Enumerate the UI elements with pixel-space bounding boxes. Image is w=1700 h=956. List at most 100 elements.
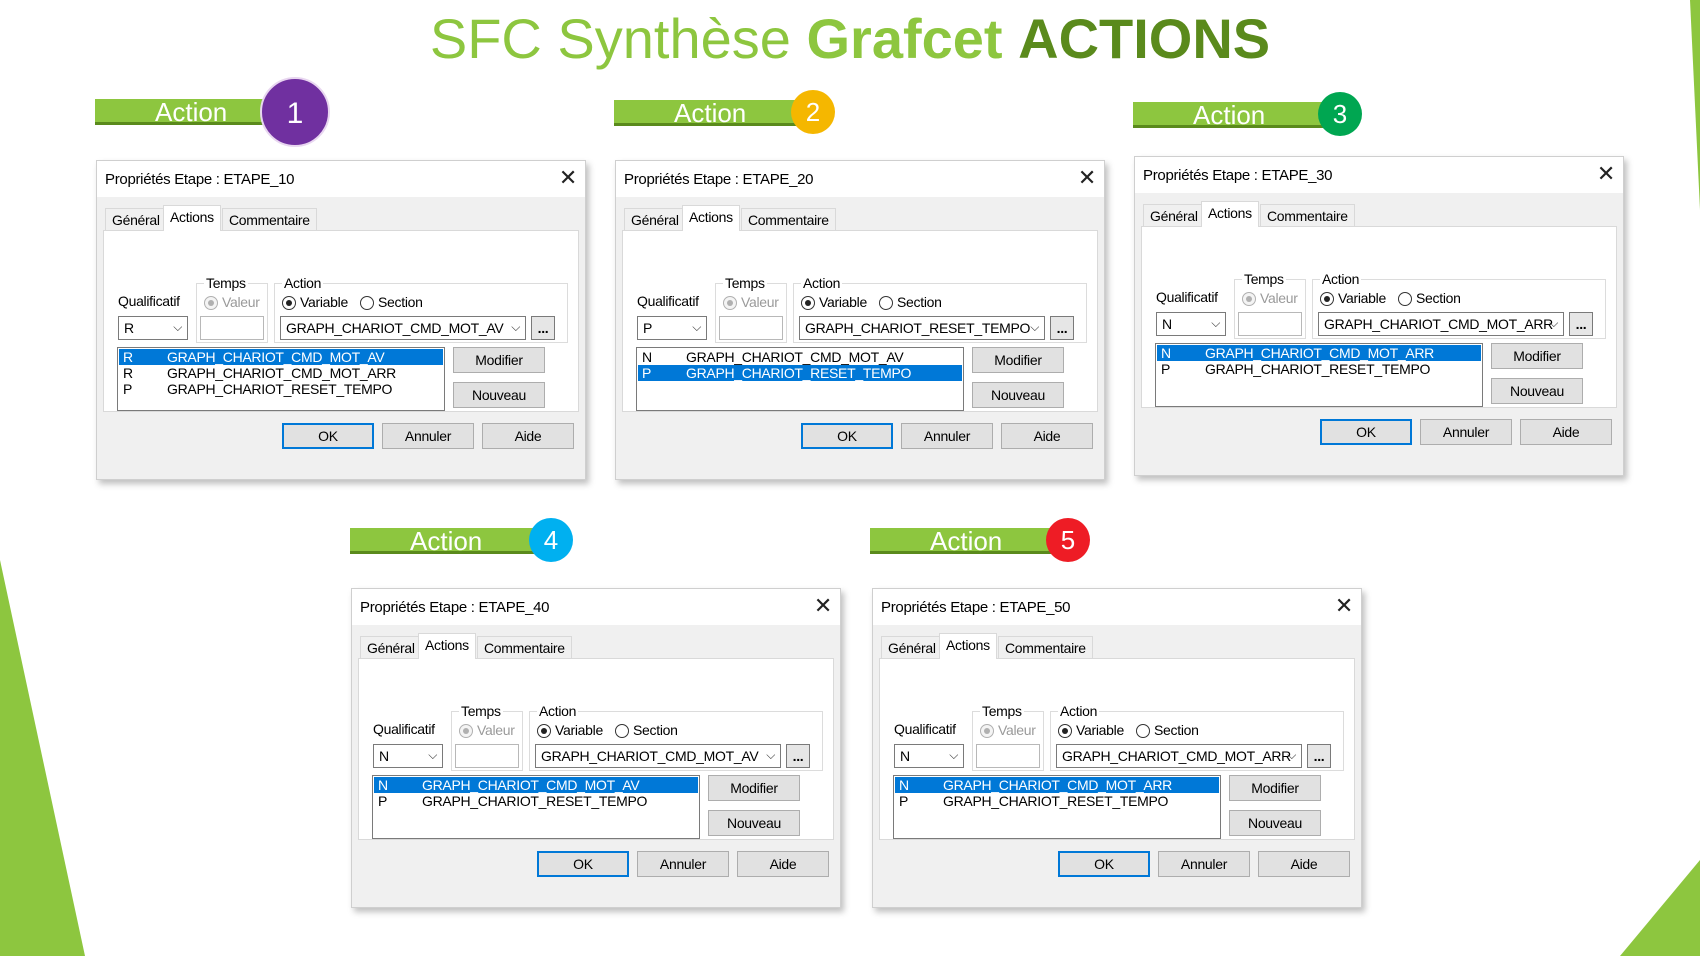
action-variable-select[interactable]: GRAPH_CHARIOT_CMD_MOT_ARR ⌵ — [1056, 744, 1302, 768]
action-variable-select[interactable]: GRAPH_CHARIOT_CMD_MOT_ARR ⌵ — [1318, 312, 1564, 336]
ok-button[interactable]: OK — [1320, 419, 1412, 445]
actions-list[interactable]: N GRAPH_CHARIOT_CMD_MOT_ARR P GRAPH_CHARIOT… — [1155, 343, 1483, 407]
tab-commentaire[interactable]: Commentaire — [477, 636, 572, 658]
modifier-button[interactable]: Modifier — [453, 347, 545, 373]
close-icon[interactable]: ✕ — [1335, 593, 1353, 619]
list-item[interactable]: P GRAPH_CHARIOT_RESET_TEMPO — [1157, 361, 1481, 377]
list-item[interactable]: N GRAPH_CHARIOT_CMD_MOT_ARR — [895, 777, 1219, 793]
ok-button[interactable]: OK — [537, 851, 629, 877]
nouveau-button[interactable]: Nouveau — [453, 382, 545, 408]
step-number-badge: 2 — [791, 90, 835, 134]
step-number-badge: 3 — [1318, 92, 1362, 136]
aide-button[interactable]: Aide — [737, 851, 829, 877]
qualificatif-select[interactable]: N ⌵ — [373, 744, 443, 768]
list-item[interactable]: N GRAPH_CHARIOT_CMD_MOT_ARR — [1157, 345, 1481, 361]
nouveau-button[interactable]: Nouveau — [1229, 810, 1321, 836]
close-icon[interactable]: ✕ — [1597, 161, 1615, 187]
modifier-button[interactable]: Modifier — [708, 775, 800, 801]
aide-button[interactable]: Aide — [1001, 423, 1093, 449]
tab-general[interactable]: Général — [105, 208, 167, 230]
annuler-button[interactable]: Annuler — [901, 423, 993, 449]
action-variable-select[interactable]: GRAPH_CHARIOT_CMD_MOT_AV ⌵ — [535, 744, 781, 768]
tab-actions[interactable]: Actions — [1201, 201, 1259, 227]
variable-radio[interactable] — [1320, 292, 1334, 306]
tab-commentaire[interactable]: Commentaire — [998, 636, 1093, 658]
browse-button[interactable]: ... — [1050, 316, 1074, 340]
modifier-button[interactable]: Modifier — [972, 347, 1064, 373]
variable-radio[interactable] — [801, 296, 815, 310]
list-item[interactable]: P GRAPH_CHARIOT_RESET_TEMPO — [374, 793, 698, 809]
section-radio[interactable] — [879, 296, 893, 310]
qualificatif-select[interactable]: N ⌵ — [1156, 312, 1226, 336]
section-radio[interactable] — [1136, 724, 1150, 738]
action-variable-select[interactable]: GRAPH_CHARIOT_CMD_MOT_AV ⌵ — [280, 316, 526, 340]
variable-radio[interactable] — [282, 296, 296, 310]
list-item-name: GRAPH_CHARIOT_CMD_MOT_AV — [686, 349, 904, 365]
browse-button[interactable]: ... — [786, 744, 810, 768]
list-item[interactable]: P GRAPH_CHARIOT_RESET_TEMPO — [119, 381, 443, 397]
aide-button[interactable]: Aide — [482, 423, 574, 449]
section-radio[interactable] — [1398, 292, 1412, 306]
nouveau-button[interactable]: Nouveau — [708, 810, 800, 836]
section-label: Section — [378, 294, 423, 310]
tab-actions[interactable]: Actions — [682, 205, 740, 231]
annuler-button[interactable]: Annuler — [1420, 419, 1512, 445]
tab-commentaire[interactable]: Commentaire — [222, 208, 317, 230]
variable-label: Variable — [1076, 722, 1124, 738]
section-radio[interactable] — [615, 724, 629, 738]
qualificatif-select[interactable]: N ⌵ — [894, 744, 964, 768]
tab-general[interactable]: Général — [360, 636, 422, 658]
section-radio[interactable] — [360, 296, 374, 310]
variable-radio[interactable] — [1058, 724, 1072, 738]
qualificatif-select[interactable]: P ⌵ — [637, 316, 707, 340]
list-item[interactable]: N GRAPH_CHARIOT_CMD_MOT_AV — [374, 777, 698, 793]
qualificatif-select[interactable]: R ⌵ — [118, 316, 188, 340]
valeur-label: Valeur — [222, 294, 260, 310]
chevron-down-icon: ⌵ — [766, 748, 775, 762]
list-item-qualifier: P — [1161, 361, 1171, 377]
close-icon[interactable]: ✕ — [559, 165, 577, 191]
ok-button[interactable]: OK — [282, 423, 374, 449]
close-icon[interactable]: ✕ — [1078, 165, 1096, 191]
actions-list[interactable]: N GRAPH_CHARIOT_CMD_MOT_ARR P GRAPH_CHARIOT… — [893, 775, 1221, 839]
qualificatif-value: N — [900, 748, 910, 764]
list-item[interactable]: N GRAPH_CHARIOT_CMD_MOT_AV — [638, 349, 962, 365]
valeur-radio — [980, 724, 994, 738]
tab-commentaire[interactable]: Commentaire — [741, 208, 836, 230]
actions-list[interactable]: R GRAPH_CHARIOT_CMD_MOT_AV R GRAPH_CHARIOT_… — [117, 347, 445, 411]
list-item[interactable]: R GRAPH_CHARIOT_CMD_MOT_AV — [119, 349, 443, 365]
list-item[interactable]: P GRAPH_CHARIOT_RESET_TEMPO — [638, 365, 962, 381]
tab-general[interactable]: Général — [1143, 204, 1205, 226]
ok-button[interactable]: OK — [1058, 851, 1150, 877]
list-item[interactable]: R GRAPH_CHARIOT_CMD_MOT_ARR — [119, 365, 443, 381]
annuler-button[interactable]: Annuler — [382, 423, 474, 449]
tab-general[interactable]: Général — [881, 636, 943, 658]
modifier-button[interactable]: Modifier — [1491, 343, 1583, 369]
nouveau-button[interactable]: Nouveau — [1491, 378, 1583, 404]
actions-list[interactable]: N GRAPH_CHARIOT_CMD_MOT_AV P GRAPH_CHARIOT_… — [636, 347, 964, 411]
ok-button[interactable]: OK — [801, 423, 893, 449]
modifier-button[interactable]: Modifier — [1229, 775, 1321, 801]
variable-radio[interactable] — [537, 724, 551, 738]
tab-actions[interactable]: Actions — [163, 205, 221, 231]
action-label: Action — [1320, 271, 1362, 287]
browse-button[interactable]: ... — [1569, 312, 1593, 336]
browse-button[interactable]: ... — [531, 316, 555, 340]
close-icon[interactable]: ✕ — [814, 593, 832, 619]
action-variable-select[interactable]: GRAPH_CHARIOT_RESET_TEMPO ⌵ — [799, 316, 1045, 340]
nouveau-button[interactable]: Nouveau — [972, 382, 1064, 408]
annuler-button[interactable]: Annuler — [1158, 851, 1250, 877]
tab-actions[interactable]: Actions — [939, 633, 997, 659]
tab-actions[interactable]: Actions — [418, 633, 476, 659]
actions-list[interactable]: N GRAPH_CHARIOT_CMD_MOT_AV P GRAPH_CHARIOT_… — [372, 775, 700, 839]
list-item[interactable]: P GRAPH_CHARIOT_RESET_TEMPO — [895, 793, 1219, 809]
tab-general[interactable]: Général — [624, 208, 686, 230]
tab-commentaire[interactable]: Commentaire — [1260, 204, 1355, 226]
list-item-qualifier: R — [123, 365, 133, 381]
aide-button[interactable]: Aide — [1258, 851, 1350, 877]
annuler-button[interactable]: Annuler — [637, 851, 729, 877]
aide-button[interactable]: Aide — [1520, 419, 1612, 445]
list-item-name: GRAPH_CHARIOT_RESET_TEMPO — [167, 381, 393, 397]
page-title: SFC Synthèse Grafcet ACTIONS — [0, 4, 1700, 74]
browse-button[interactable]: ... — [1307, 744, 1331, 768]
